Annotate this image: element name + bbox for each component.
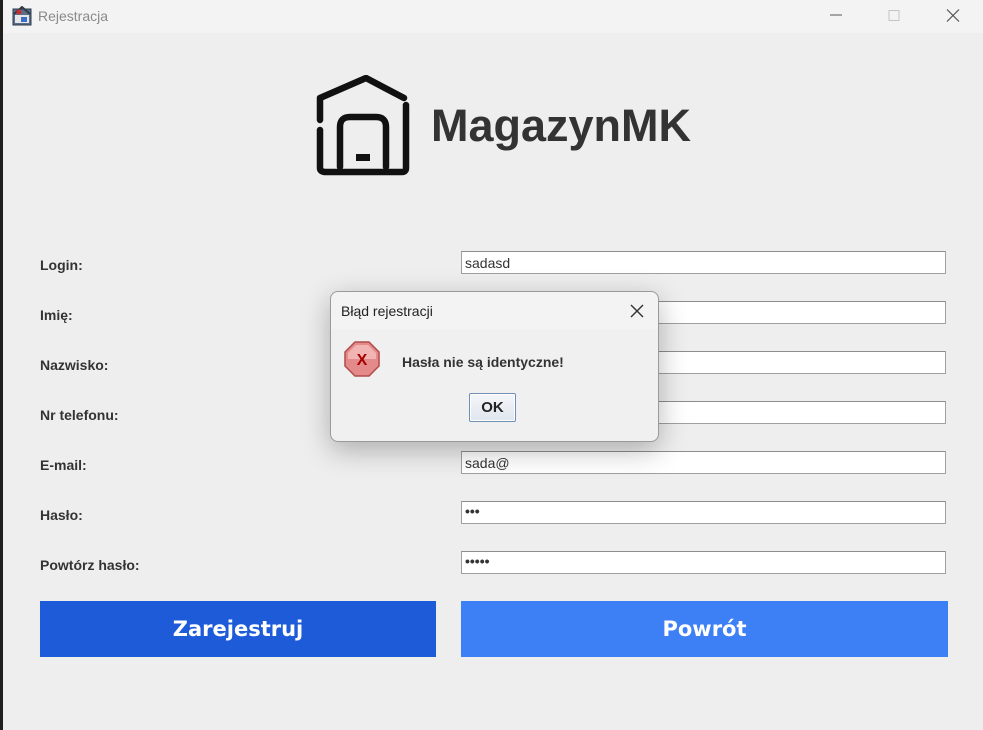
repeat-password-input[interactable]: ••••• <box>461 551 946 574</box>
title-bar[interactable]: Rejestracja <box>3 0 983 33</box>
window-title: Rejestracja <box>38 8 109 24</box>
login-input[interactable]: sadasd <box>461 251 946 274</box>
minimize-button[interactable] <box>813 0 859 33</box>
email-label: E-mail: <box>40 457 87 473</box>
registration-window: Rejestracja MagazynMK Login: Imię: Nazwi… <box>3 0 983 730</box>
maximize-icon <box>888 10 900 21</box>
error-icon: X <box>344 341 380 377</box>
dialog-close-button[interactable] <box>621 295 653 325</box>
password-input-value: ••• <box>465 503 480 519</box>
close-icon <box>630 304 644 318</box>
error-dialog: Błąd rejestracji X Hasła nie są identycz… <box>330 291 659 442</box>
register-button[interactable]: Zarejestruj <box>40 601 436 657</box>
ok-button[interactable]: OK <box>469 393 516 422</box>
dialog-title-bar[interactable]: Błąd rejestracji <box>331 292 658 329</box>
app-icon <box>12 5 32 26</box>
minimize-icon <box>830 14 842 16</box>
dialog-title: Błąd rejestracji <box>341 303 433 319</box>
maximize-button[interactable] <box>871 0 917 33</box>
warehouse-house-icon <box>314 74 414 178</box>
password-input[interactable]: ••• <box>461 501 946 524</box>
first-name-label: Imię: <box>40 307 73 323</box>
brand-name: MagazynMK <box>431 100 692 151</box>
login-input-value: sadasd <box>465 255 511 271</box>
back-button[interactable]: Powrót <box>461 601 948 657</box>
last-name-label: Nazwisko: <box>40 357 109 373</box>
repeat-password-input-value: ••••• <box>465 553 490 569</box>
email-input-value: sada@ <box>465 455 510 471</box>
email-input[interactable]: sada@ <box>461 451 946 474</box>
phone-label: Nr telefonu: <box>40 407 119 423</box>
login-label: Login: <box>40 257 83 273</box>
close-window-button[interactable] <box>930 0 976 33</box>
svg-text:X: X <box>357 352 368 369</box>
repeat-password-label: Powtórz hasło: <box>40 557 140 573</box>
password-label: Hasło: <box>40 507 83 523</box>
dialog-message: Hasła nie są identyczne! <box>402 354 564 370</box>
close-icon <box>946 9 960 22</box>
